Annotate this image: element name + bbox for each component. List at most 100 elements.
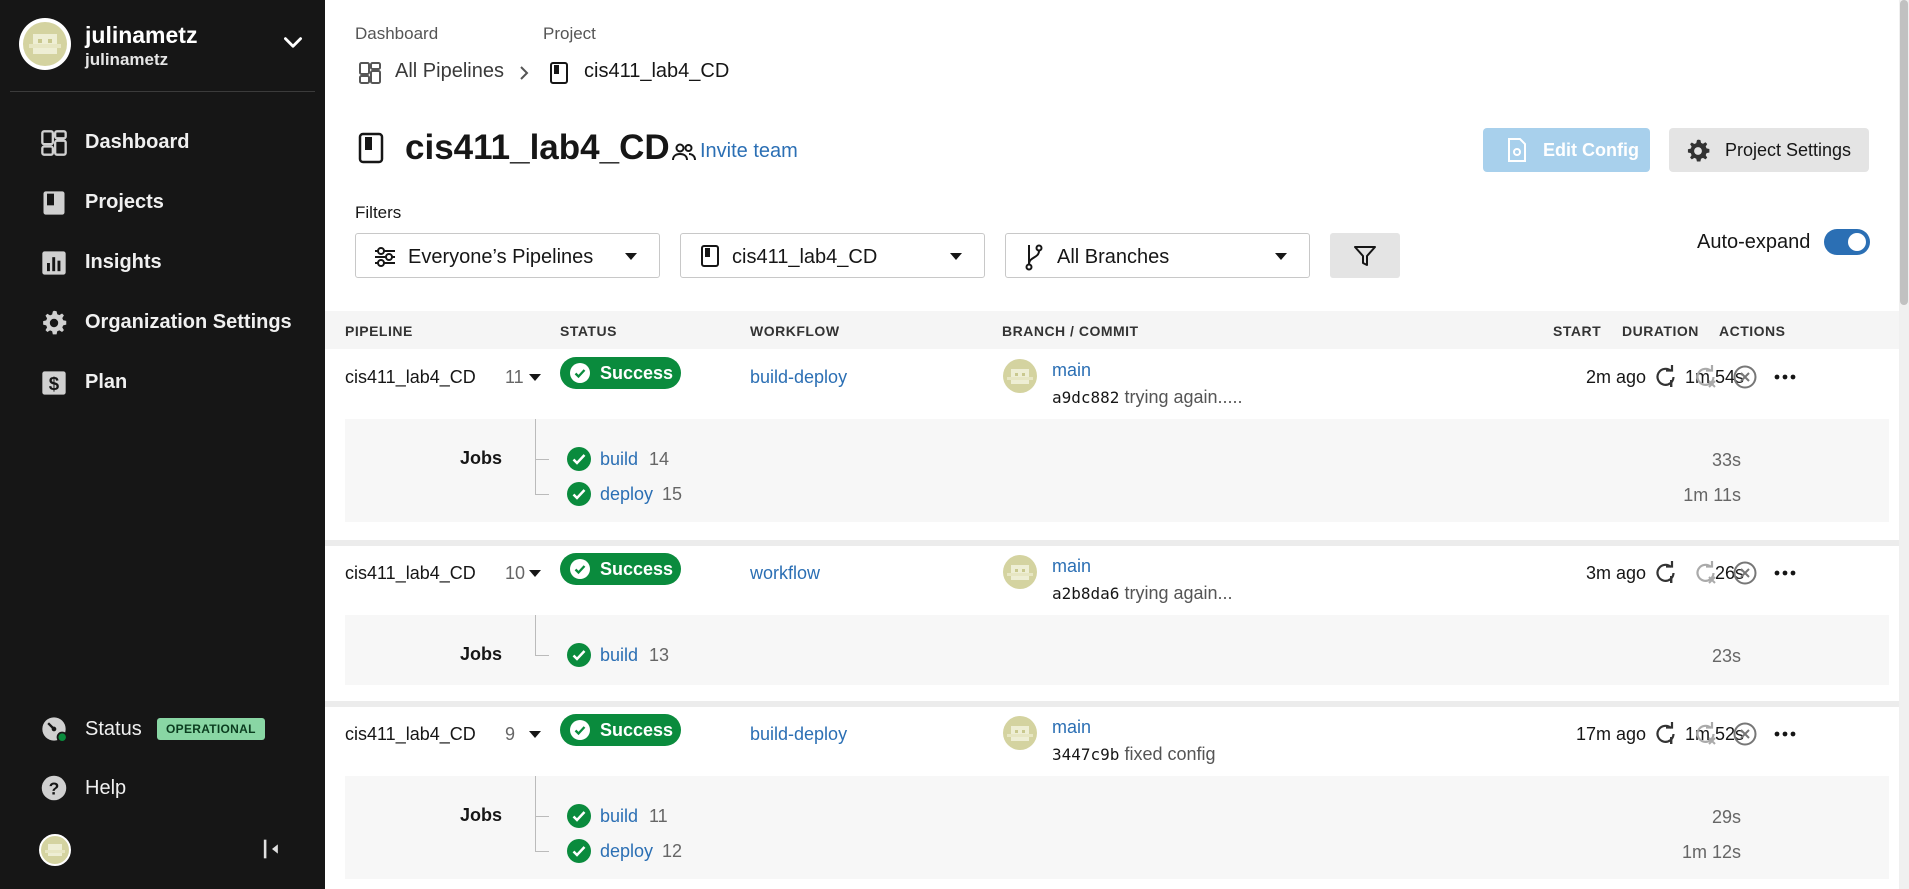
- cancel-icon[interactable]: [1731, 559, 1759, 587]
- insights-icon: [42, 251, 66, 275]
- cancel-icon[interactable]: [1731, 720, 1759, 748]
- pipeline-row[interactable]: cis411_lab4_CD 9 Success build-deploy ma…: [345, 714, 1889, 764]
- projects-icon: [43, 191, 65, 215]
- status-badge: OPERATIONAL: [157, 718, 265, 740]
- workflow-link[interactable]: workflow: [750, 563, 820, 584]
- commit-message: fixed config: [1124, 744, 1216, 764]
- breadcrumb-all-pipelines[interactable]: All Pipelines: [395, 60, 504, 83]
- sidebar-item-label: Projects: [85, 191, 164, 213]
- pipelines-filter-value: Everyone’s Pipelines: [408, 246, 594, 268]
- workflow-link[interactable]: build-deploy: [750, 367, 847, 388]
- pipeline-row[interactable]: cis411_lab4_CD 10 Success workflow main …: [345, 553, 1889, 603]
- pipeline-row[interactable]: cis411_lab4_CD 11 Success build-deploy m…: [345, 357, 1889, 408]
- pipeline-name[interactable]: cis411_lab4_CD: [345, 563, 476, 584]
- filter-button[interactable]: [1330, 233, 1400, 278]
- pipeline-name[interactable]: cis411_lab4_CD: [345, 724, 476, 745]
- scrollbar-thumb[interactable]: [1900, 0, 1908, 305]
- rerun-icon[interactable]: [1651, 720, 1679, 748]
- org-switcher[interactable]: julinametz julinametz: [10, 0, 315, 92]
- sidebar-item-dashboard[interactable]: Dashboard: [0, 116, 325, 168]
- commit-sha[interactable]: a2b8da6: [1052, 584, 1119, 603]
- expand-caret-icon[interactable]: [529, 374, 541, 381]
- project-filter-dropdown[interactable]: cis411_lab4_CD: [680, 233, 985, 278]
- sidebar-item-help[interactable]: ? Help: [0, 762, 325, 814]
- sidebar-item-insights[interactable]: Insights: [0, 236, 325, 288]
- system-status[interactable]: Status OPERATIONAL: [0, 703, 325, 755]
- rerun-failed-icon[interactable]: [1691, 559, 1719, 587]
- cancel-icon[interactable]: [1731, 363, 1759, 391]
- sidebar-item-label: Organization Settings: [85, 311, 292, 333]
- funnel-icon: [1354, 246, 1376, 266]
- col-pipeline: PIPELINE: [345, 323, 413, 339]
- expand-caret-icon[interactable]: [529, 570, 541, 577]
- pipelines-table-header: PIPELINE STATUS WORKFLOW BRANCH / COMMIT…: [325, 311, 1909, 349]
- sidebar-item-label: Insights: [85, 251, 162, 273]
- collapse-sidebar-icon[interactable]: [258, 835, 286, 863]
- sidebar-item-projects[interactable]: Projects: [0, 176, 325, 228]
- help-icon: ?: [41, 775, 67, 801]
- status-badge[interactable]: Success: [560, 714, 681, 746]
- sidebar-item-organization-settings[interactable]: Organization Settings: [0, 296, 325, 348]
- org-username: julinametz: [85, 50, 169, 69]
- jobs-panel: Jobs build 14 33s deploy 15 1m 11s: [345, 419, 1889, 522]
- auto-expand-toggle[interactable]: [1824, 229, 1870, 255]
- more-options-icon[interactable]: [1771, 720, 1799, 748]
- expand-caret-icon[interactable]: [529, 731, 541, 738]
- pipelines-filter-dropdown[interactable]: Everyone’s Pipelines: [355, 233, 660, 278]
- breadcrumb-dashboard-label: Dashboard: [355, 24, 439, 43]
- rerun-icon[interactable]: [1651, 363, 1679, 391]
- job-number: 14: [649, 449, 670, 469]
- rerun-failed-icon[interactable]: [1691, 720, 1719, 748]
- user-avatar[interactable]: [39, 834, 71, 866]
- branch-link[interactable]: main: [1052, 360, 1091, 381]
- branch-link[interactable]: main: [1052, 556, 1091, 577]
- status-badge[interactable]: Success: [560, 357, 681, 389]
- sidebar-item-plan[interactable]: $ Plan: [0, 356, 325, 408]
- breadcrumb-current[interactable]: cis411_lab4_CD: [584, 60, 729, 83]
- edit-config-button[interactable]: Edit Config: [1483, 128, 1650, 172]
- commit-info: a9dc882 trying again.....: [1052, 387, 1243, 408]
- branch-icon: [1025, 244, 1043, 271]
- rerun-failed-icon[interactable]: [1691, 363, 1719, 391]
- invite-team-link[interactable]: Invite team: [672, 138, 1002, 166]
- tree-branch: [535, 851, 549, 852]
- job-name[interactable]: build: [600, 449, 638, 470]
- more-options-icon[interactable]: [1771, 559, 1799, 587]
- commit-author-avatar: [1003, 716, 1037, 750]
- col-duration: DURATION: [1622, 323, 1699, 339]
- col-branch-commit: BRANCH / COMMIT: [1002, 323, 1139, 339]
- people-icon: [672, 143, 696, 161]
- workflow-link[interactable]: build-deploy: [750, 724, 847, 745]
- status-badge[interactable]: Success: [560, 553, 681, 585]
- job-name[interactable]: build: [600, 806, 638, 827]
- branch-filter-dropdown[interactable]: All Branches: [1005, 233, 1310, 278]
- svg-text:$: $: [49, 373, 60, 394]
- branch-link[interactable]: main: [1052, 717, 1091, 738]
- pipeline-number: 9: [505, 724, 516, 744]
- jobs-panel: Jobs build 13 23s: [345, 615, 1889, 685]
- caret-down-icon: [950, 253, 962, 260]
- pipeline-name[interactable]: cis411_lab4_CD: [345, 367, 476, 388]
- project-icon: [701, 245, 719, 267]
- commit-sha[interactable]: 3447c9b: [1052, 745, 1119, 764]
- project-settings-button[interactable]: Project Settings: [1669, 128, 1869, 172]
- commit-sha[interactable]: a9dc882: [1052, 388, 1119, 407]
- job-number: 12: [662, 841, 683, 861]
- tree-branch: [535, 494, 549, 495]
- status-label: Status: [85, 718, 142, 740]
- more-options-icon[interactable]: [1771, 363, 1799, 391]
- job-name[interactable]: build: [600, 645, 638, 666]
- scrollbar[interactable]: [1899, 0, 1909, 889]
- project-icon: [358, 132, 384, 164]
- chevron-down-icon[interactable]: [280, 30, 306, 56]
- tree-branch: [535, 655, 549, 656]
- col-status: STATUS: [560, 323, 617, 339]
- start-time: 3m ago: [1585, 563, 1646, 583]
- commit-author-avatar: [1003, 359, 1037, 393]
- check-circle-icon: [567, 482, 591, 506]
- job-name[interactable]: deploy: [600, 841, 653, 862]
- job-name[interactable]: deploy: [600, 484, 653, 505]
- rerun-icon[interactable]: [1651, 559, 1679, 587]
- job-duration: 23s: [1711, 646, 1741, 666]
- dashboard-icon: [359, 62, 381, 84]
